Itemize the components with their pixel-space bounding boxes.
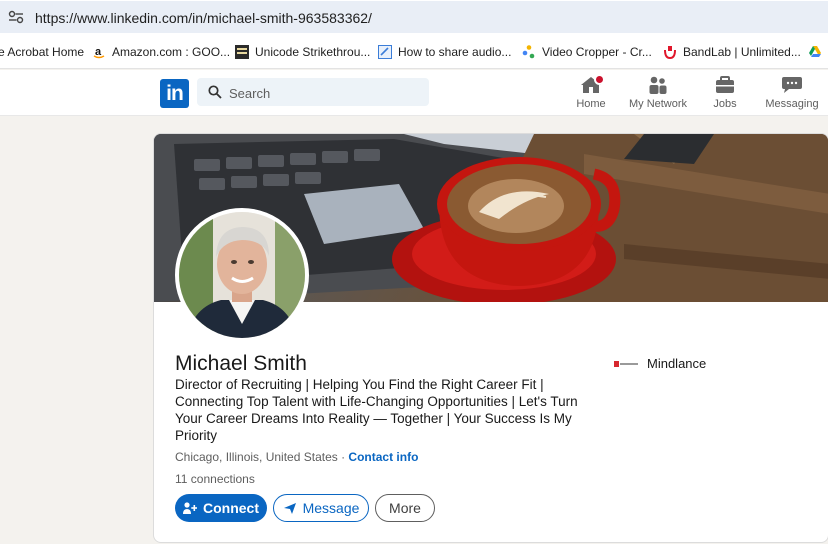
- search-placeholder: Search: [229, 86, 271, 101]
- more-button[interactable]: More: [375, 494, 435, 522]
- article-icon: [378, 45, 392, 59]
- nav-messaging[interactable]: Messaging: [764, 76, 820, 112]
- profile-headline: Director of Recruiting | Helping You Fin…: [175, 377, 578, 443]
- nav-home[interactable]: Home: [570, 74, 612, 112]
- bookmark-video-cropper[interactable]: Video Cropper - Cr...: [522, 44, 652, 60]
- nav-home-label: Home: [576, 98, 606, 110]
- network-icon: [647, 76, 669, 94]
- bookmark-unicode[interactable]: Unicode Strikethrou...: [235, 44, 370, 60]
- unicode-icon: [235, 45, 249, 59]
- bookmark-bandlab[interactable]: BandLab | Unlimited...: [663, 44, 801, 60]
- search-icon: [208, 85, 222, 99]
- bookmark-label: BandLab | Unlimited...: [683, 45, 801, 59]
- avatar-image: [179, 212, 305, 338]
- profile-photo[interactable]: [175, 208, 309, 342]
- search-input[interactable]: Search: [197, 78, 429, 106]
- bookmark-drive[interactable]: [808, 44, 822, 60]
- bookmark-share-audio[interactable]: How to share audio...: [378, 44, 511, 60]
- bandlab-icon: [664, 46, 676, 59]
- url-field[interactable]: https://www.linkedin.com/in/michael-smit…: [0, 1, 828, 33]
- chat-icon: [781, 76, 803, 94]
- nav-jobs[interactable]: Jobs: [705, 76, 745, 112]
- company-logo-icon: [614, 360, 638, 367]
- nav-my-network[interactable]: My Network: [626, 76, 690, 112]
- amazon-icon: a: [93, 46, 105, 59]
- bookmark-acrobat[interactable]: e Acrobat Home: [0, 44, 84, 60]
- connections-count[interactable]: 11 connections: [175, 472, 255, 486]
- linkedin-logo[interactable]: in: [160, 79, 189, 108]
- briefcase-icon: [714, 76, 736, 94]
- more-button-label: More: [389, 500, 421, 516]
- bookmark-label: Video Cropper - Cr...: [542, 45, 652, 59]
- contact-info-link[interactable]: Contact info: [348, 450, 418, 464]
- drive-icon: [809, 46, 821, 57]
- nav-my-network-label: My Network: [628, 98, 688, 110]
- profile-name: Michael Smith: [175, 352, 307, 375]
- connect-button-label: Connect: [203, 500, 259, 516]
- send-icon: [283, 502, 296, 514]
- browser-address-bar: https://www.linkedin.com/in/michael-smit…: [0, 0, 828, 34]
- notification-dot: [594, 74, 605, 85]
- bookmark-label: Unicode Strikethrou...: [255, 45, 371, 59]
- bookmarks-bar: e Acrobat Home a Amazon.com : GOO... Uni…: [0, 34, 828, 69]
- bookmark-label: How to share audio...: [398, 45, 512, 59]
- dots-icon: [522, 45, 535, 59]
- profile-location-line: Chicago, Illinois, United States · Conta…: [175, 450, 418, 464]
- bookmark-label: Amazon.com : GOO...: [112, 45, 231, 59]
- bookmark-amazon[interactable]: a Amazon.com : GOO...: [92, 44, 230, 60]
- site-settings-icon[interactable]: [8, 10, 24, 24]
- profile-location: Chicago, Illinois, United States: [175, 450, 338, 464]
- nav-messaging-label: Messaging: [765, 98, 819, 110]
- location-separator: ·: [337, 450, 349, 464]
- message-button-label: Message: [302, 500, 360, 516]
- profile-card: Michael Smith Director of Recruiting | H…: [153, 133, 828, 543]
- message-button[interactable]: Message: [273, 494, 369, 522]
- url-text: https://www.linkedin.com/in/michael-smit…: [35, 10, 372, 26]
- company-name: Mindlance: [647, 356, 707, 371]
- connect-button[interactable]: Connect: [175, 494, 267, 522]
- home-icon: [580, 74, 605, 94]
- nav-jobs-label: Jobs: [713, 98, 737, 110]
- bookmark-label: e Acrobat Home: [0, 45, 85, 59]
- add-person-icon: [183, 501, 197, 514]
- linkedin-navbar: in Search Home My Network Jobs Messaging: [0, 70, 828, 116]
- current-company[interactable]: Mindlance: [614, 356, 706, 371]
